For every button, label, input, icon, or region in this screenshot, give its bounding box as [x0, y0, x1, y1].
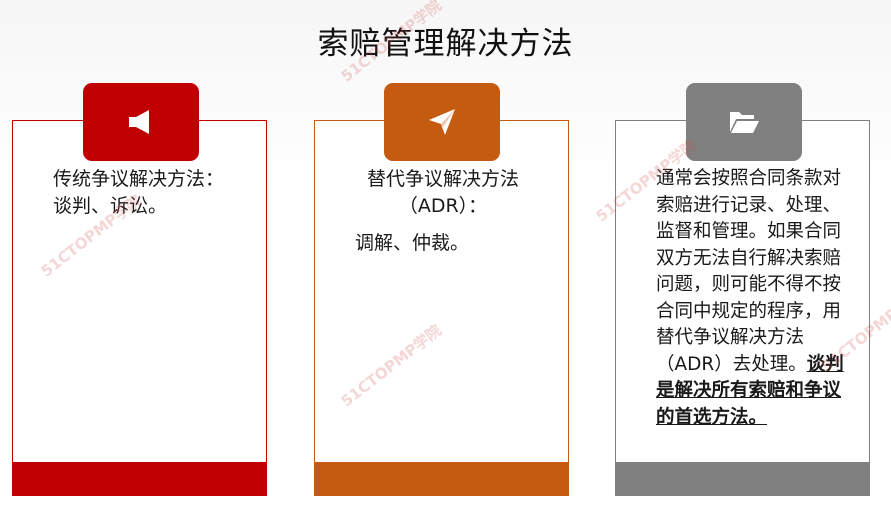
card-claims-icon-box	[686, 83, 802, 161]
card-traditional-footer-bar	[12, 462, 267, 496]
card-claims-footer-bar	[615, 462, 870, 496]
card-adr: 替代争议解决方法 （ADR）： 调解、仲裁。	[314, 120, 569, 496]
card-adr-icon-box	[384, 83, 500, 161]
megaphone-icon	[129, 110, 149, 134]
card-traditional-icon-box	[83, 83, 199, 161]
folder-open-icon	[730, 112, 759, 133]
card-adr-text: 替代争议解决方法 （ADR）： 调解、仲裁。	[333, 166, 553, 257]
card-adr-line-1: 替代争议解决方法	[366, 168, 519, 190]
card-traditional: 传统争议解决方法： 谈判、诉讼。	[12, 120, 267, 496]
paper-plane-icon	[429, 109, 455, 135]
page-title: 索赔管理解决方法	[317, 26, 574, 62]
card-adr-footer-bar	[314, 462, 569, 496]
card-claims-handling: 通常会按照合同条款对索赔进行记录、处理、监督和管理。如果合同双方无法自行解决索赔…	[615, 120, 870, 496]
card-adr-line-2: （ADR）：	[398, 195, 488, 217]
card-claims-text: 通常会按照合同条款对索赔进行记录、处理、监督和管理。如果合同双方无法自行解决索赔…	[656, 166, 854, 431]
card-traditional-line-2: 谈判、诉讼。	[53, 195, 168, 217]
card-traditional-text: 传统争议解决方法： 谈判、诉讼。	[53, 166, 253, 220]
card-traditional-line-1: 传统争议解决方法：	[53, 168, 225, 190]
card-adr-sub: 调解、仲裁。	[355, 232, 470, 254]
card-claims-body: 通常会按照合同条款对索赔进行记录、处理、监督和管理。如果合同双方无法自行解决索赔…	[656, 168, 842, 375]
